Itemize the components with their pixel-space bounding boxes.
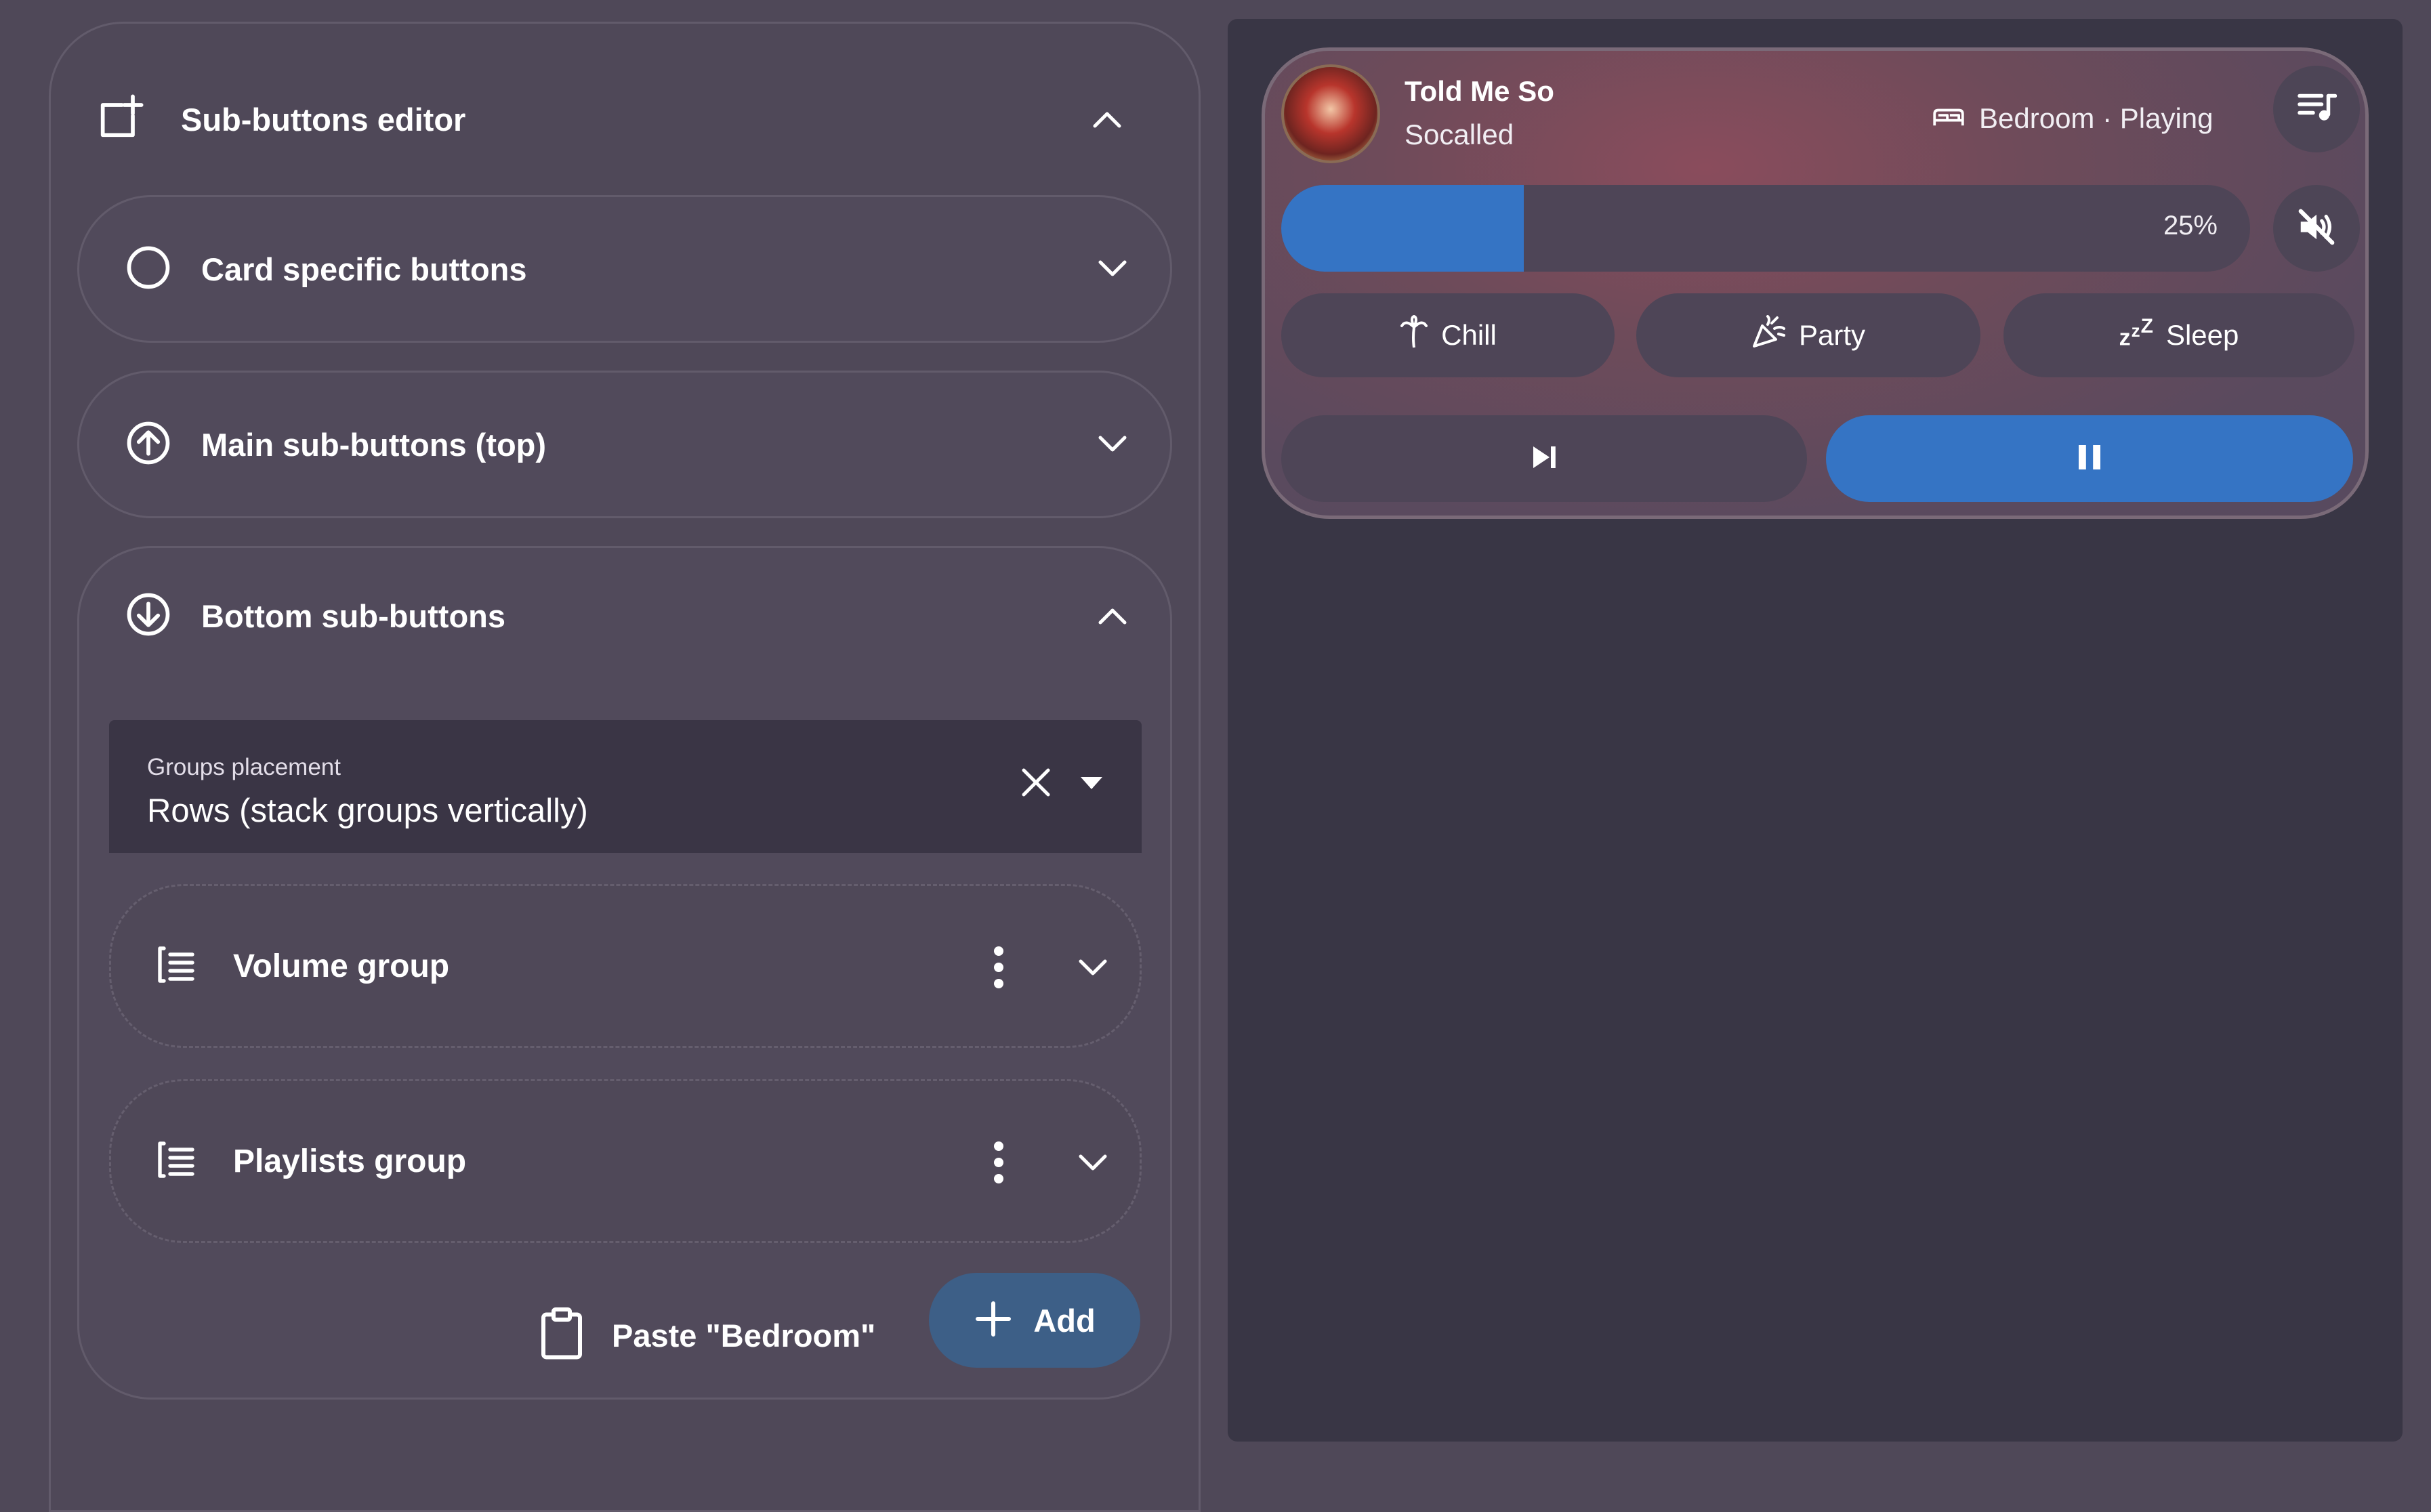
media-player-card: Told Me So Socalled Bedroom · Playing 25… [1262,47,2369,519]
section-title: Main sub-buttons (top) [201,426,547,463]
bed-icon [1932,102,1966,135]
track-title: Told Me So [1405,75,1554,107]
format-list-group-icon [152,1135,201,1188]
volume-slider[interactable]: 25% [1281,185,2250,272]
pause-button[interactable] [1826,415,2353,502]
section-card-specific-buttons[interactable]: Card specific buttons [77,195,1172,343]
card-preview: Told Me So Socalled Bedroom · Playing 25… [1228,19,2403,1442]
track-artist: Socalled [1405,119,1514,150]
editor-title: Sub-buttons editor [181,101,466,138]
groups-placement-value: Rows (stack groups vertically) [147,793,588,829]
section-title: Card specific buttons [201,251,527,287]
paste-label: Paste "Bedroom" [612,1317,876,1353]
chevron-up-icon[interactable] [1090,102,1124,136]
arrow-up-circle-icon [123,417,174,472]
skip-next-icon [1529,444,1559,474]
sleep-icon: zzZ [2119,315,2154,351]
chevron-down-icon[interactable] [1076,951,1110,985]
scene-chill-button[interactable]: Chill [1281,293,1615,377]
groups-placement-select[interactable]: Groups placement Rows (stack groups vert… [109,720,1142,853]
scene-label: Party [1798,319,1866,351]
queue-music-button[interactable] [2273,66,2360,152]
section-main-sub-buttons-top[interactable]: Main sub-buttons (top) [77,371,1172,518]
chevron-up-icon[interactable] [1096,599,1129,633]
section-bottom-sub-buttons: Bottom sub-buttons Groups placement Rows… [77,546,1172,1400]
more-vert-icon[interactable] [992,1141,1005,1184]
room-status: Bedroom · Playing [1932,98,2214,139]
editor-header[interactable]: Sub-buttons editor [94,68,1165,170]
section-title: Bottom sub-buttons [201,597,506,634]
room-status-label: Bedroom · Playing [1979,102,2214,134]
group-playlists[interactable]: Playlists group [109,1079,1142,1243]
groups-placement-label: Groups placement [147,754,341,780]
album-cover[interactable] [1281,64,1380,163]
add-box-outline-icon [94,92,146,147]
party-popper-icon [1751,315,1787,356]
scene-sleep-button[interactable]: zzZ Sleep [2003,293,2354,377]
add-button[interactable]: Add [929,1273,1140,1368]
volume-off-icon [2295,206,2338,251]
group-volume[interactable]: Volume group [109,884,1142,1048]
chevron-down-icon[interactable] [1076,1146,1110,1180]
chevron-down-icon[interactable] [1096,427,1129,461]
mute-button[interactable] [2273,185,2360,272]
group-title: Playlists group [233,1143,467,1179]
palm-tree-icon [1399,315,1429,356]
scene-label: Chill [1441,319,1497,351]
section-bottom-header[interactable]: Bottom sub-buttons [123,544,1170,688]
arrow-down-circle-icon [123,589,174,644]
next-track-button[interactable] [1281,415,1807,502]
plus-icon [974,1299,1013,1342]
scene-party-button[interactable]: Party [1636,293,1980,377]
chevron-down-icon[interactable] [1096,252,1129,286]
close-icon[interactable] [1017,763,1055,801]
add-label: Add [1033,1302,1096,1339]
scene-label: Sleep [2165,319,2239,351]
pause-icon [2076,442,2103,476]
clipboard-icon [537,1306,586,1365]
more-vert-icon[interactable] [992,946,1005,989]
playlist-music-icon [2296,90,2338,129]
dropdown-arrow-icon[interactable] [1078,774,1105,792]
format-list-group-icon [152,940,201,992]
circle-outline-icon [123,242,174,297]
volume-slider-fill [1281,185,1524,272]
volume-value: 25% [2163,211,2218,240]
group-title: Volume group [233,948,450,984]
paste-button[interactable]: Paste "Bedroom" [537,1288,890,1383]
